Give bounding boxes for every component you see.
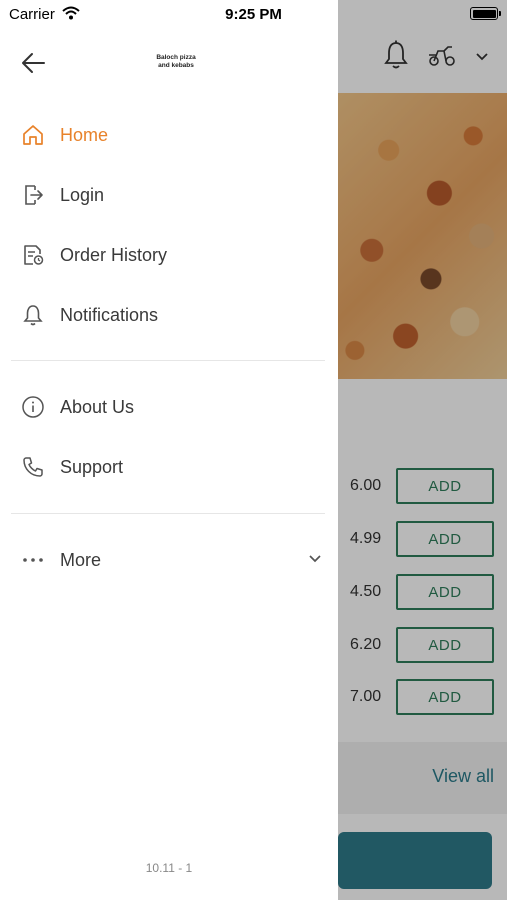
- menu-item-about-us[interactable]: About Us: [0, 387, 338, 427]
- menu-item-label: Home: [60, 124, 109, 145]
- info-icon: [20, 394, 46, 420]
- battery-icon: [470, 7, 501, 20]
- menu-item-more[interactable]: More: [0, 540, 338, 580]
- menu-item-label: Notifications: [60, 304, 159, 325]
- logo-line-2: and kebabs: [158, 62, 194, 69]
- menu-item-label: Support: [60, 456, 124, 477]
- home-icon: [20, 122, 46, 148]
- chevron-down-icon[interactable]: [308, 551, 322, 569]
- menu-item-label: Login: [60, 184, 105, 205]
- menu-item-support[interactable]: Support: [0, 447, 338, 487]
- restaurant-logo: Baloch pizza and kebabs: [140, 54, 212, 70]
- status-bar: Carrier 9:25 PM: [0, 0, 507, 30]
- status-time: 9:25 PM: [225, 6, 282, 23]
- menu-item-home[interactable]: Home: [0, 115, 338, 155]
- menu-divider: [11, 360, 325, 361]
- logo-line-1: Baloch pizza: [156, 54, 196, 61]
- bell-icon: [20, 302, 46, 328]
- login-icon: [20, 182, 46, 208]
- order-history-icon: [20, 242, 46, 268]
- side-drawer: Baloch pizza and kebabs Home Login Order…: [0, 0, 338, 900]
- more-dots-icon: [20, 547, 46, 573]
- menu-item-login[interactable]: Login: [0, 175, 338, 215]
- phone-icon: [20, 454, 46, 480]
- menu-item-notifications[interactable]: Notifications: [0, 295, 338, 335]
- menu-item-label: About Us: [60, 396, 135, 417]
- menu-item-label: Order History: [60, 244, 168, 265]
- back-arrow-icon[interactable]: [20, 50, 48, 76]
- menu-item-label: More: [60, 549, 102, 570]
- menu-divider: [11, 513, 325, 514]
- menu-item-order-history[interactable]: Order History: [0, 235, 338, 275]
- app-version: 10.11 - 1: [145, 861, 193, 875]
